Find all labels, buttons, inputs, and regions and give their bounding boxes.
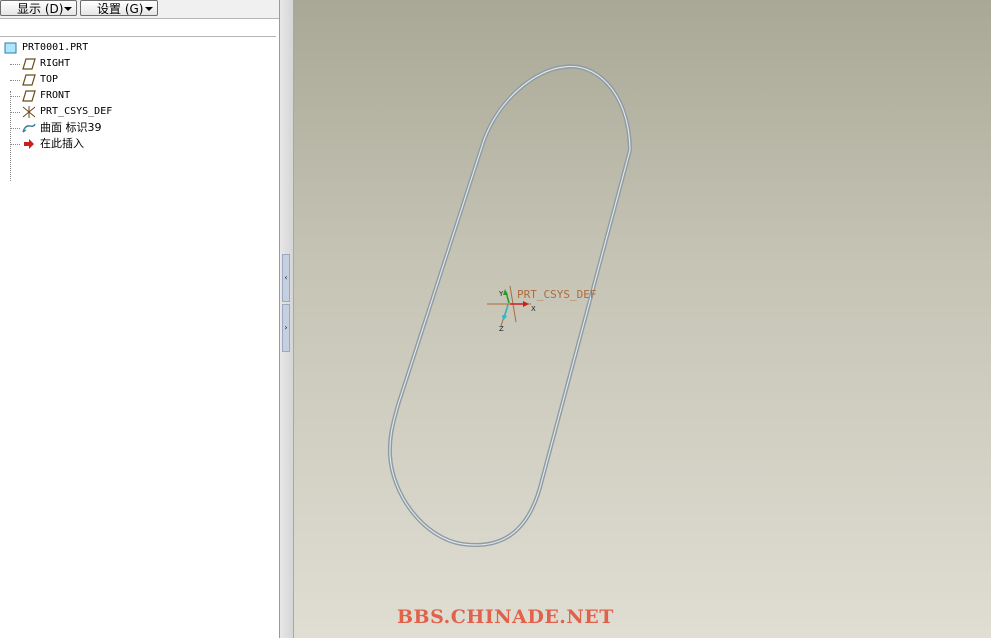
settings-menu-button[interactable]: 设置 (G) (80, 0, 158, 16)
settings-menu-label: 设置 (G) (97, 2, 144, 16)
model-tree: PRT0001.PRT RIGHT TOP FRONT PRT_CSYS_DEF… (0, 36, 276, 635)
expand-right-handle[interactable]: › (282, 304, 290, 352)
panel-splitter[interactable]: ‹ › (280, 0, 294, 638)
tree-root-label: PRT0001.PRT (22, 42, 89, 53)
part-icon (4, 42, 17, 54)
chevron-down-icon (64, 7, 72, 11)
model-tree-toolbar: 显示 (D) 设置 (G) (0, 0, 279, 19)
watermark: BBS.CHINADE.NET (397, 606, 614, 628)
display-menu-button[interactable]: 显示 (D) (0, 0, 77, 16)
surface-loop-highlight (389, 65, 631, 546)
surface-icon (22, 123, 36, 133)
tree-item-label: 曲面 标识39 (40, 121, 102, 134)
axis-z-label: Z (499, 325, 504, 333)
axis-y-label: Y (498, 290, 504, 298)
csys-label: PRT_CSYS_DEF (517, 288, 597, 301)
tree-item-label: TOP (40, 74, 59, 85)
tree-connector (10, 144, 20, 145)
model-tree-panel: 显示 (D) 设置 (G) PRT0001.PRT RIGHT TOP FRON… (0, 0, 280, 638)
chevron-down-icon (145, 7, 153, 11)
tree-connector (10, 80, 20, 81)
tree-connector (10, 96, 20, 97)
tree-connector (10, 91, 11, 181)
datum-plane-icon (22, 90, 36, 102)
display-menu-label: 显示 (D) (17, 2, 64, 16)
tree-item-label: 在此插入 (40, 137, 84, 150)
insert-here-arrow-icon (24, 139, 34, 149)
tree-connector (10, 64, 20, 65)
datum-plane-icon (22, 74, 36, 86)
coordinate-system-icon (22, 106, 36, 118)
tree-item-label: RIGHT (40, 58, 71, 69)
model-scene: X Y Z (387, 64, 632, 547)
surface-loop-edge[interactable] (387, 64, 632, 547)
graphics-viewport[interactable]: X Y Z PRT_CSYS_DEF BBS.CHINADE.NET (294, 0, 991, 638)
datum-plane-icon (22, 58, 36, 70)
collapse-left-handle[interactable]: ‹ (282, 254, 290, 302)
tree-connector (10, 128, 20, 129)
app-window: 显示 (D) 设置 (G) PRT0001.PRT RIGHT TOP FRON… (0, 0, 991, 638)
tree-connector (10, 112, 20, 113)
tree-item-label: PRT_CSYS_DEF (40, 106, 113, 117)
tree-item-label: FRONT (40, 90, 71, 101)
axis-x-label: X (531, 305, 536, 313)
